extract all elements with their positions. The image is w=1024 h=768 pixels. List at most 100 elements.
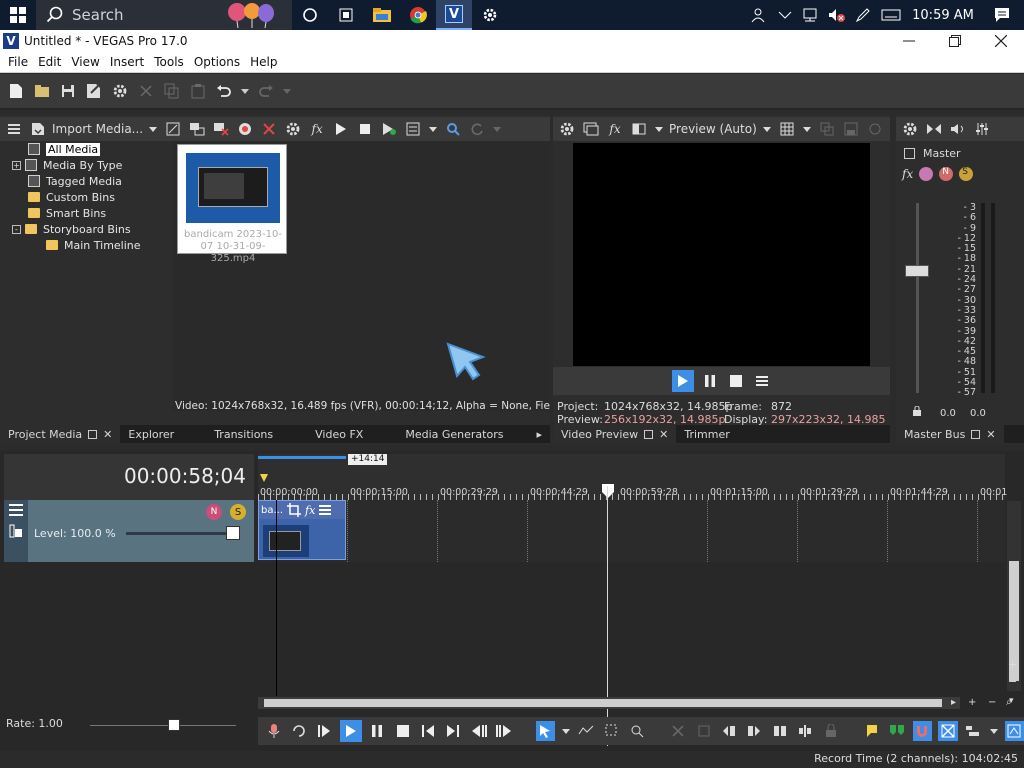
taskbar-search-box[interactable]: Search	[36, 0, 292, 30]
master-checkbox[interactable]	[904, 148, 915, 159]
tab-trimmer[interactable]: Trimmer	[676, 425, 737, 443]
zoom-edit-tool-icon[interactable]	[627, 721, 646, 741]
rate-handle[interactable]	[168, 719, 180, 731]
undock-icon[interactable]	[88, 429, 98, 439]
views-icon[interactable]	[403, 119, 423, 139]
video-track-lane[interactable]: ba... fx	[258, 500, 1005, 562]
horizontal-scrollbar[interactable]	[258, 697, 960, 709]
panel-menu-icon[interactable]	[4, 119, 24, 139]
timecode-display[interactable]: 00:00:58;04	[124, 464, 246, 488]
track-mute-icon[interactable]: N	[206, 504, 222, 520]
edit-tool-dropdown-icon[interactable]	[561, 721, 571, 741]
restore-button[interactable]	[932, 30, 978, 52]
menu-view[interactable]: View	[66, 55, 104, 69]
network-icon[interactable]	[798, 0, 824, 30]
tree-item-custom-bins[interactable]: Custom Bins	[4, 189, 170, 205]
video-preview-screen[interactable]	[573, 143, 870, 366]
menu-options[interactable]: Options	[189, 55, 245, 69]
tab-video-preview[interactable]: Video Preview ✕	[553, 425, 677, 443]
keyboard-icon[interactable]	[876, 0, 906, 30]
master-fader-handle[interactable]	[905, 265, 929, 277]
track-level-handle[interactable]	[226, 526, 240, 540]
tree-item-storyboard-bins[interactable]: - Storyboard Bins	[4, 221, 170, 237]
lock-icon[interactable]	[912, 406, 922, 416]
next-frame-icon[interactable]	[494, 721, 513, 741]
tabs-scroll-right-icon[interactable]: ▸	[528, 425, 550, 443]
vegas-taskbar-icon[interactable]: V	[436, 0, 472, 30]
tab-project-media[interactable]: Project Media ✕	[0, 425, 121, 443]
play-button[interactable]	[671, 370, 694, 392]
stop-preview-icon[interactable]	[355, 119, 375, 139]
overlays-grid-icon[interactable]	[777, 119, 797, 139]
previous-frame-icon[interactable]	[469, 721, 488, 741]
h-zoom-in-icon[interactable]: +	[968, 697, 976, 708]
ripple-edit-icon[interactable]	[964, 721, 983, 741]
overlays-dropdown-icon[interactable]	[801, 119, 813, 139]
properties-gear-icon[interactable]	[110, 81, 130, 101]
trim-end-icon[interactable]	[745, 721, 764, 741]
zoom-in-icon[interactable]: +	[1008, 658, 1017, 671]
play-from-start-icon[interactable]	[315, 721, 334, 741]
menu-file[interactable]: File	[3, 55, 33, 69]
media-fx-icon[interactable]	[235, 119, 255, 139]
task-view-icon[interactable]	[292, 0, 328, 30]
undock-icon[interactable]	[971, 429, 981, 439]
solo-icon[interactable]: S	[959, 167, 974, 181]
import-media-label[interactable]: Import Media...	[52, 122, 143, 136]
dim-output-icon[interactable]	[948, 119, 968, 139]
media-thumbnail[interactable]: bandicam 2023-10-07 10-31-09-325.mp4	[177, 144, 287, 264]
go-to-start-icon[interactable]	[418, 721, 437, 741]
tree-item-main-timeline[interactable]: Main Timeline	[4, 237, 170, 253]
loop-playback-icon[interactable]	[289, 721, 308, 741]
playhead-marker-icon[interactable]	[602, 484, 614, 498]
automation-icon[interactable]	[919, 167, 934, 181]
insert-region-icon[interactable]	[887, 721, 906, 741]
import-dropdown-icon[interactable]	[147, 119, 159, 139]
track-menu-icon[interactable]	[9, 504, 23, 516]
snapping-icon[interactable]	[912, 721, 933, 741]
pen-icon[interactable]	[850, 0, 876, 30]
undo-dropdown-icon[interactable]	[240, 81, 250, 101]
split-icon[interactable]	[770, 721, 789, 741]
tree-item-media-by-type[interactable]: + Media By Type	[4, 157, 170, 173]
preview-quality-select[interactable]: Preview (Auto)	[669, 122, 757, 136]
render-as-icon[interactable]	[84, 81, 104, 101]
collapse-icon[interactable]: -	[12, 224, 21, 234]
event-pan-crop-icon[interactable]	[287, 503, 302, 517]
tab-transitions[interactable]: Transitions	[206, 425, 281, 443]
rate-slider[interactable]	[90, 725, 236, 726]
search-media-icon[interactable]	[443, 119, 463, 139]
menu-tools[interactable]: Tools	[149, 55, 189, 69]
track-level-slider[interactable]	[126, 532, 236, 535]
close-tab-icon[interactable]: ✕	[659, 428, 668, 441]
split-dropdown-icon[interactable]	[653, 119, 665, 139]
loop-region-bar[interactable]	[258, 456, 346, 459]
stop-button[interactable]	[726, 371, 746, 391]
auto-preview-icon[interactable]	[379, 119, 399, 139]
auto-crossfade-icon[interactable]	[938, 721, 958, 741]
split-alt-icon[interactable]	[795, 721, 814, 741]
split-screen-icon[interactable]	[629, 119, 649, 139]
menu-insert[interactable]: Insert	[105, 55, 149, 69]
preview-properties-icon[interactable]	[557, 119, 577, 139]
tab-explorer[interactable]: Explorer	[120, 425, 182, 443]
people-icon[interactable]	[746, 0, 772, 30]
new-project-icon[interactable]	[6, 81, 26, 101]
views-dropdown-icon[interactable]	[427, 119, 439, 139]
mixer-faders-icon[interactable]	[972, 119, 992, 139]
close-tab-icon[interactable]: ✕	[986, 428, 995, 441]
time-ruler[interactable]: +14:14 00:00:00;00 00:00:15;00 00:00:29;…	[258, 454, 1007, 500]
tab-video-fx[interactable]: Video FX	[307, 425, 371, 443]
start-preview-icon[interactable]	[331, 119, 351, 139]
video-clip[interactable]: ba... fx	[258, 500, 346, 560]
file-explorer-icon[interactable]	[364, 0, 400, 30]
expand-icon[interactable]: +	[12, 160, 21, 170]
minimize-button[interactable]	[886, 30, 932, 52]
h-zoom-out-icon[interactable]: −	[988, 697, 996, 708]
zoom-out-icon[interactable]: −	[1008, 675, 1017, 688]
marker-icon[interactable]	[260, 474, 268, 482]
lock-envelopes-icon[interactable]	[1004, 721, 1024, 741]
capture-icon[interactable]	[163, 119, 183, 139]
get-media-icon[interactable]	[187, 119, 207, 139]
media-fx-plugin-icon[interactable]: fx	[307, 119, 327, 139]
